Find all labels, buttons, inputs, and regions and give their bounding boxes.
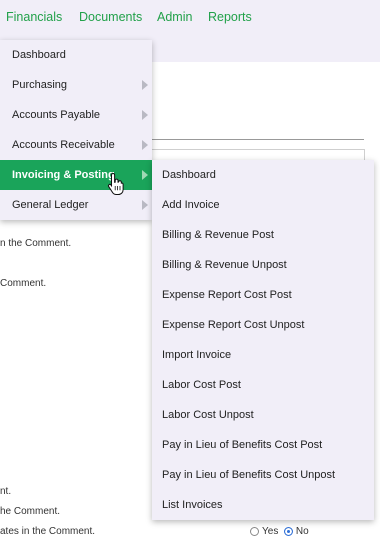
menu-item-label: Accounts Receivable xyxy=(12,139,115,151)
submenu-item-expense-report-cost-unpost[interactable]: Expense Report Cost Unpost xyxy=(152,310,374,340)
chevron-right-icon xyxy=(142,170,148,180)
submenu-item-billing-revenue-unpost[interactable]: Billing & Revenue Unpost xyxy=(152,250,374,280)
comment-text-1: n the Comment. xyxy=(0,238,72,249)
submenu-item-list-invoices[interactable]: List Invoices xyxy=(152,490,374,520)
financials-menu: Dashboard Purchasing Accounts Payable Ac… xyxy=(0,40,152,220)
comment-text-3: nt. xyxy=(0,486,12,497)
menu-item-label: Accounts Payable xyxy=(12,109,101,121)
menu-item-general-ledger[interactable]: General Ledger xyxy=(0,190,152,220)
menu-item-label: Purchasing xyxy=(12,79,68,91)
chevron-right-icon xyxy=(142,110,148,120)
nav-reports[interactable]: Reports xyxy=(208,10,252,24)
nav-financials[interactable]: Financials xyxy=(6,10,62,24)
menu-item-invoicing-posting[interactable]: Invoicing & Posting xyxy=(0,160,152,190)
chevron-right-icon xyxy=(142,200,148,210)
radio-yes-label: Yes xyxy=(262,526,279,537)
submenu-item-labor-cost-unpost[interactable]: Labor Cost Unpost xyxy=(152,400,374,430)
radio-no[interactable] xyxy=(283,526,293,536)
nav-documents[interactable]: Documents xyxy=(79,10,142,24)
hand-pointer-icon xyxy=(107,172,124,195)
content-box xyxy=(150,149,365,160)
submenu-item-pay-in-lieu-post[interactable]: Pay in Lieu of Benefits Cost Post xyxy=(152,430,374,460)
section-divider xyxy=(150,139,364,140)
menu-item-label: Dashboard xyxy=(12,49,66,61)
nav-admin[interactable]: Admin xyxy=(157,10,192,24)
submenu-item-add-invoice[interactable]: Add Invoice xyxy=(152,190,374,220)
chevron-right-icon xyxy=(142,140,148,150)
submenu-item-dashboard[interactable]: Dashboard xyxy=(152,160,374,190)
invoicing-submenu: Dashboard Add Invoice Billing & Revenue … xyxy=(152,160,374,520)
radio-no-label: No xyxy=(295,526,309,537)
menu-item-label: General Ledger xyxy=(12,199,89,211)
comment-text-4: he Comment. xyxy=(0,506,61,517)
menu-item-accounts-payable[interactable]: Accounts Payable xyxy=(0,100,152,130)
menu-item-label: Invoicing & Posting xyxy=(12,169,115,181)
submenu-item-import-invoice[interactable]: Import Invoice xyxy=(152,340,374,370)
menu-item-dashboard[interactable]: Dashboard xyxy=(0,40,152,70)
menu-item-accounts-receivable[interactable]: Accounts Receivable xyxy=(0,130,152,160)
submenu-item-pay-in-lieu-unpost[interactable]: Pay in Lieu of Benefits Cost Unpost xyxy=(152,460,374,490)
comment-text-2: Comment. xyxy=(0,278,47,289)
menu-item-purchasing[interactable]: Purchasing xyxy=(0,70,152,100)
comment-text-5: ates in the Comment. xyxy=(0,526,96,537)
yes-no-radio-group: Yes No xyxy=(250,526,309,537)
submenu-item-billing-revenue-post[interactable]: Billing & Revenue Post xyxy=(152,220,374,250)
top-navigation: Financials Documents Admin Reports xyxy=(0,0,380,36)
chevron-right-icon xyxy=(142,80,148,90)
submenu-item-labor-cost-post[interactable]: Labor Cost Post xyxy=(152,370,374,400)
radio-yes[interactable] xyxy=(250,526,259,536)
submenu-item-expense-report-cost-post[interactable]: Expense Report Cost Post xyxy=(152,280,374,310)
